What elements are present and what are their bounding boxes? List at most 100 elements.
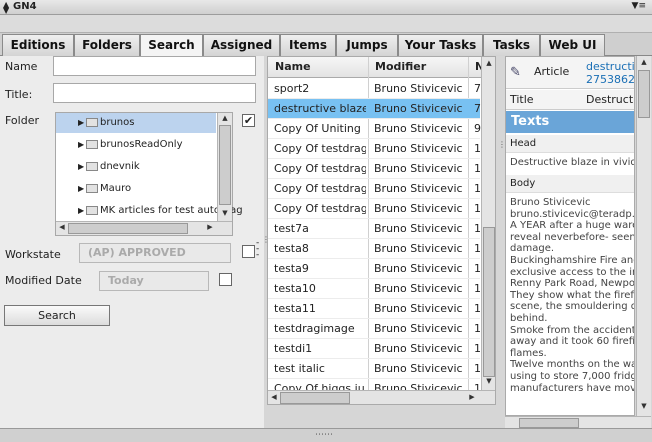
tab-web-ui[interactable]: Web UI (540, 34, 605, 56)
table-row[interactable]: Copy Of testdrag Bruno Stivicevic 1 (268, 159, 481, 179)
body-line: Smoke from the accidenta (510, 324, 635, 336)
tab-items[interactable]: Items (280, 34, 336, 56)
scroll-thumb[interactable] (219, 125, 231, 205)
tree-horizontal-scrollbar[interactable]: ◀ ▶ (56, 221, 232, 235)
folder-subfolders-checkbox[interactable]: ✔ (242, 114, 255, 127)
article-link[interactable]: destructive (586, 60, 634, 73)
scroll-right-icon[interactable]: ▶ (206, 223, 214, 231)
folder-icon (86, 184, 98, 193)
splitter-handle-icon[interactable]: ⋮ (498, 140, 506, 149)
table-row[interactable]: testa10 Bruno Stivicevic 1 (268, 279, 481, 299)
scroll-thumb[interactable] (280, 392, 350, 404)
tree-vertical-scrollbar[interactable]: ▲ ▼ (217, 113, 232, 221)
cell-modifier: Bruno Stivicevic (374, 222, 463, 235)
tab-tasks[interactable]: Tasks (483, 34, 540, 56)
scroll-down-icon[interactable]: ▼ (484, 377, 494, 385)
expand-arrow-icon[interactable]: ▶ (78, 201, 84, 221)
table-row[interactable]: testa11 Bruno Stivicevic 1 (268, 299, 481, 319)
workstate-select[interactable]: (AP) APPROVED (79, 243, 231, 263)
expand-arrow-icon[interactable]: ▶ (78, 113, 84, 133)
splitter-handle-icon[interactable]: ⋮ (262, 235, 270, 244)
resize-grip-icon[interactable]: ⋯⋯ (315, 430, 333, 440)
tab-folders[interactable]: Folders (74, 34, 140, 56)
table-row[interactable]: sport2 Bruno Stivicevic 7 (268, 79, 481, 99)
tree-item[interactable]: ▶ MK articles for test auto-pag (56, 201, 243, 221)
cell-modifier: Bruno Stivicevic (374, 202, 463, 215)
expand-arrow-icon[interactable]: ▶ (78, 135, 84, 155)
scroll-thumb[interactable] (519, 418, 579, 428)
workstate-menu-icon[interactable]: --- (256, 239, 259, 260)
results-table[interactable]: Name Modifier N sport2 Bruno Stivicevic 7 d… (267, 56, 496, 405)
scroll-up-icon[interactable]: ▲ (639, 58, 649, 66)
table-row[interactable]: destructive blaze Bruno Stivicevic 7 (268, 99, 481, 119)
table-row[interactable]: testa8 Bruno Stivicevic 1 (268, 239, 481, 259)
article-id: 2753862) (586, 73, 635, 86)
scroll-down-icon[interactable]: ▼ (639, 402, 649, 410)
scroll-thumb[interactable] (483, 227, 495, 377)
tab-your-tasks[interactable]: Your Tasks (398, 34, 483, 56)
table-row[interactable]: test italic Bruno Stivicevic 1 (268, 359, 481, 379)
cell-modifier: Bruno Stivicevic (374, 82, 463, 95)
body-line: Bruno Stivicevic (510, 197, 591, 208)
expand-arrow-icon[interactable]: ▶ (78, 179, 84, 199)
table-row[interactable]: Copy Of testdrag Bruno Stivicevic 1 (268, 139, 481, 159)
preview-article-row: ✎ Article destructive 2753862) (506, 57, 635, 89)
tab-search[interactable]: Search (140, 34, 203, 57)
preview-vertical-scrollbar[interactable]: ▲ ▼ (636, 56, 651, 416)
search-button[interactable]: Search (4, 305, 110, 326)
table-row[interactable]: testdragimage Bruno Stivicevic 1 (268, 319, 481, 339)
body-line: damage. (510, 243, 555, 255)
cell-modifier: Bruno Stivicevic (374, 162, 463, 175)
scroll-down-icon[interactable]: ▼ (220, 209, 230, 217)
table-row[interactable]: test7a Bruno Stivicevic 1 (268, 219, 481, 239)
table-row[interactable]: testdi1 Bruno Stivicevic 1 (268, 339, 481, 359)
folder-tree[interactable]: ▶ brunos ▶ brunosReadOnly ▶ dnevnik ▶ Ma… (55, 112, 243, 236)
window-menu-icon[interactable]: ▼≡ (632, 1, 646, 11)
workstate-checkbox[interactable] (242, 245, 255, 258)
column-header-name[interactable]: Name (275, 60, 311, 73)
name-input[interactable] (53, 56, 256, 76)
toolbar-strip (0, 15, 652, 33)
tab-editions[interactable]: Editions (2, 34, 74, 56)
scroll-thumb[interactable] (68, 223, 188, 234)
body-line: Twelve months on the ware (510, 359, 635, 371)
scroll-up-icon[interactable]: ▲ (220, 114, 230, 122)
body-line: reveal neverbefore- seen in (510, 231, 635, 243)
scroll-right-icon[interactable]: ▶ (468, 393, 476, 401)
tab-bar: Editions Folders Search Assigned Items J… (0, 33, 652, 57)
modified-date-checkbox[interactable] (219, 273, 232, 286)
tree-item[interactable]: ▶ dnevnik (56, 157, 216, 177)
tree-item[interactable]: ▶ Mauro (56, 179, 216, 199)
modified-date-field[interactable]: Today (99, 271, 209, 291)
head-value: Destructive blaze in vivid p (510, 157, 635, 168)
table-row[interactable]: testa9 Bruno Stivicevic 1 (268, 259, 481, 279)
results-horizontal-scrollbar[interactable]: ◀ ▶ (268, 390, 495, 404)
table-row[interactable]: Copy Of testdrag Bruno Stivicevic 1 (268, 199, 481, 219)
body-label: Body (506, 175, 634, 193)
cell-name: test italic (274, 362, 325, 375)
body-line: A YEAR after a huge waret (510, 220, 635, 232)
table-row[interactable]: Copy Of Uniting Bruno Stivicevic 9 (268, 119, 481, 139)
tree-item[interactable]: ▶ brunos (56, 113, 216, 133)
cell-modifier: Bruno Stivicevic (374, 342, 463, 355)
expand-arrow-icon[interactable]: ▶ (78, 157, 84, 177)
title-input[interactable] (53, 83, 256, 103)
scroll-left-icon[interactable]: ◀ (58, 223, 66, 231)
texts-section-header[interactable]: Texts (506, 111, 634, 133)
column-header-modifier[interactable]: Modifier (375, 60, 426, 73)
body-line: They show what the firefigh (510, 289, 634, 301)
tree-item[interactable]: ▶ brunosReadOnly (56, 135, 216, 155)
scroll-up-icon[interactable]: ▲ (484, 59, 494, 67)
tab-assigned[interactable]: Assigned (203, 34, 280, 56)
scroll-thumb[interactable] (638, 70, 650, 118)
preview-title-row: Title Destructive (506, 90, 634, 110)
collapse-arrows-icon[interactable]: ▲ ▼ (3, 1, 9, 15)
tab-jumps[interactable]: Jumps (336, 34, 398, 56)
scroll-left-icon[interactable]: ◀ (270, 393, 278, 401)
folder-icon (86, 140, 98, 149)
body-line: away and it took 60 firefigh (510, 336, 635, 348)
results-vertical-scrollbar[interactable]: ▲ ▼ (481, 57, 495, 390)
cell-modifier: Bruno Stivicevic (374, 362, 463, 375)
table-row[interactable]: Copy Of testdrag Bruno Stivicevic 1 (268, 179, 481, 199)
cell-modifier: Bruno Stivicevic (374, 322, 463, 335)
